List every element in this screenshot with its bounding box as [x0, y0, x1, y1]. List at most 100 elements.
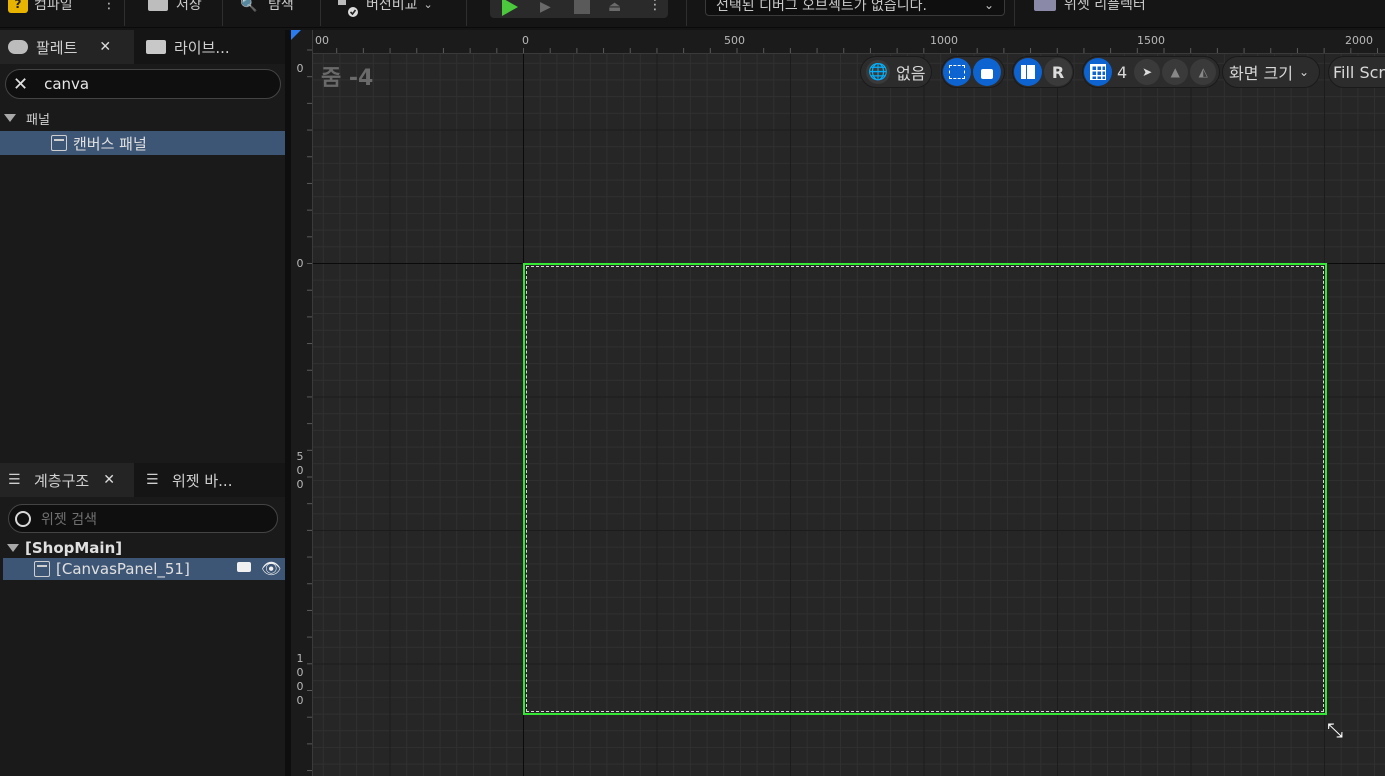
compile-button[interactable]: ? 컴파일 — [8, 0, 73, 16]
clear-search-icon[interactable]: ✕ — [13, 74, 28, 95]
hierarchy-root-label: [ShopMain] — [25, 539, 123, 557]
toolbar-divider — [466, 0, 467, 26]
ruler-label: 00 — [315, 34, 329, 47]
save-icon — [148, 0, 168, 11]
hierarchy-tab-label: 계층구조 — [34, 471, 90, 490]
widget-reflector-label: 위젯 리플렉터 — [1064, 0, 1146, 13]
toolbar-divider — [320, 0, 321, 26]
palette-item-label: 캔버스 패널 — [73, 134, 147, 153]
chevron-down-icon: ⌄ — [983, 0, 994, 12]
ruler-label: 5 — [296, 450, 304, 463]
close-icon[interactable]: ✕ — [103, 472, 115, 488]
compile-options-icon[interactable]: ⋮ — [102, 0, 116, 16]
ruler-label: 1000 — [930, 34, 958, 47]
globe-icon: 🌐 — [866, 60, 890, 84]
cursor-icon[interactable]: ➤ — [1134, 59, 1161, 85]
ruler-label: 2000 — [1345, 34, 1373, 47]
ruler-label: 0 — [296, 62, 304, 75]
resize-handle-icon[interactable]: ⤡ — [1327, 718, 1349, 742]
main-toolbar: ? 컴파일 ⋮ 저장 🔍 탐색 버전비교 ⌄ ▶ ⏏ ⋮ 선택된 디버그 오브젝… — [0, 0, 1385, 28]
ruler-label: 500 — [724, 34, 745, 47]
flip-icon[interactable]: ◭ — [1190, 59, 1217, 85]
unlock-icon[interactable] — [237, 562, 251, 572]
list-icon: ☰ — [8, 472, 21, 488]
respect-locks-button[interactable]: R — [1044, 58, 1072, 86]
tab-bindings[interactable]: ☰ 위젯 바... — [134, 463, 284, 497]
ruler-label: 0 — [296, 257, 304, 270]
step-icon[interactable]: ▶ — [540, 0, 556, 15]
widget-reflector-button[interactable]: 위젯 리플렉터 — [1034, 0, 1146, 16]
folder-icon — [146, 40, 166, 54]
palette-tab-label: 팔레트 — [36, 38, 78, 57]
hierarchy-root-row[interactable]: [ShopMain] — [0, 537, 285, 559]
stop-icon[interactable] — [574, 0, 590, 14]
palette-item-canvas-panel[interactable]: 캔버스 패널 — [0, 131, 285, 155]
browse-button[interactable]: 🔍 탐색 — [240, 0, 294, 16]
fill-screen-dropdown[interactable]: Fill Scre — [1328, 56, 1385, 88]
close-icon[interactable]: ✕ — [99, 39, 111, 55]
save-button[interactable]: 저장 — [148, 0, 202, 16]
list-icon: ☰ — [146, 472, 159, 488]
play-options-icon[interactable]: ⋮ — [648, 0, 662, 13]
browse-label: 탐색 — [268, 0, 294, 13]
layout-icon[interactable] — [1014, 58, 1042, 86]
toolbar-divider — [1014, 0, 1015, 26]
grid-snap-group: 4 ➤ ▲ ◭ — [1082, 56, 1220, 88]
ruler-label: 0 — [296, 666, 304, 679]
gamepad-icon — [8, 40, 28, 54]
top-ruler: 00 0 500 1000 1500 2000 — [291, 30, 1385, 54]
eye-icon[interactable]: 👁 — [261, 559, 281, 578]
localization-label: 없음 — [896, 64, 926, 83]
diff-button[interactable]: 버전비교 ⌄ — [338, 0, 433, 17]
ruler-label: 0 — [296, 680, 304, 693]
tab-hierarchy[interactable]: ☰ 계층구조 ✕ — [0, 463, 134, 497]
play-controls: ▶ ⏏ ⋮ — [490, 0, 668, 18]
ruler-label: 1 — [296, 652, 304, 665]
grid-snap-value[interactable]: 4 — [1117, 63, 1127, 82]
debug-object-label: 선택된 디버그 오브젝트가 없습니다. — [716, 0, 927, 14]
layout-toggle-group: R — [1012, 56, 1074, 88]
hierarchy-child-label: [CanvasPanel_51] — [56, 560, 190, 578]
toolbar-divider — [686, 0, 687, 26]
save-label: 저장 — [176, 0, 202, 13]
left-panel: 팔레트 ✕ 라이브... ✕ canva 패널 캔버스 패널 ☰ 계층구조 ✕ … — [0, 30, 288, 776]
ruler-label: 1500 — [1137, 34, 1165, 47]
selection-lock-group — [941, 56, 1005, 88]
palette-category-panel[interactable]: 패널 — [0, 106, 285, 130]
eject-icon[interactable]: ⏏ — [608, 0, 628, 15]
ruler-label: 0 — [296, 464, 304, 477]
background-icon[interactable]: ▲ — [1162, 59, 1189, 85]
canvas-safe-zone — [526, 266, 1324, 712]
ruler-label: 0 — [296, 478, 304, 491]
lock-icon[interactable] — [973, 58, 1001, 86]
canvas-panel-icon — [51, 135, 67, 151]
hierarchy-canvas-row[interactable]: [CanvasPanel_51] 👁 — [3, 558, 285, 580]
palette-tabbar: 팔레트 ✕ 라이브... — [0, 30, 288, 64]
zoom-label: 줌 -4 — [321, 66, 374, 91]
screen-size-dropdown[interactable]: 화면 크기 ⌄ — [1222, 56, 1320, 88]
widget-search-input[interactable]: 위젯 검색 — [8, 504, 278, 533]
widget-search-placeholder: 위젯 검색 — [41, 511, 97, 528]
canvas-panel-icon — [34, 561, 50, 577]
bindings-tab-label: 위젯 바... — [172, 471, 233, 490]
play-icon[interactable] — [502, 0, 518, 16]
tab-library[interactable]: 라이브... — [134, 30, 284, 64]
hierarchy-tabbar: ☰ 계층구조 ✕ ☰ 위젯 바... — [0, 463, 288, 497]
palette-search-input[interactable]: ✕ canva — [5, 69, 281, 99]
chevron-down-icon: ⌄ — [423, 0, 433, 11]
designer-viewport[interactable]: 00 0 500 1000 1500 2000 0 0 5 0 0 1 0 0 … — [291, 30, 1385, 776]
library-tab-label: 라이브... — [174, 38, 230, 57]
r-label: R — [1051, 62, 1065, 82]
marquee-select-icon[interactable] — [943, 58, 971, 86]
left-ruler: 0 0 5 0 0 1 0 0 0 — [291, 30, 313, 776]
reflector-icon — [1034, 0, 1056, 11]
canvas-panel-bounds[interactable] — [523, 263, 1327, 715]
toolbar-divider — [124, 0, 125, 26]
debug-object-combo[interactable]: 선택된 디버그 오브젝트가 없습니다. ⌄ — [705, 0, 1005, 16]
chevron-down-icon: ⌄ — [1298, 65, 1310, 79]
tab-palette[interactable]: 팔레트 ✕ — [0, 30, 134, 64]
grid-icon[interactable] — [1084, 58, 1112, 86]
category-label: 패널 — [26, 112, 50, 128]
fill-screen-label: Fill Scre — [1333, 62, 1385, 82]
localization-preview-button[interactable]: 🌐 없음 — [860, 56, 932, 88]
